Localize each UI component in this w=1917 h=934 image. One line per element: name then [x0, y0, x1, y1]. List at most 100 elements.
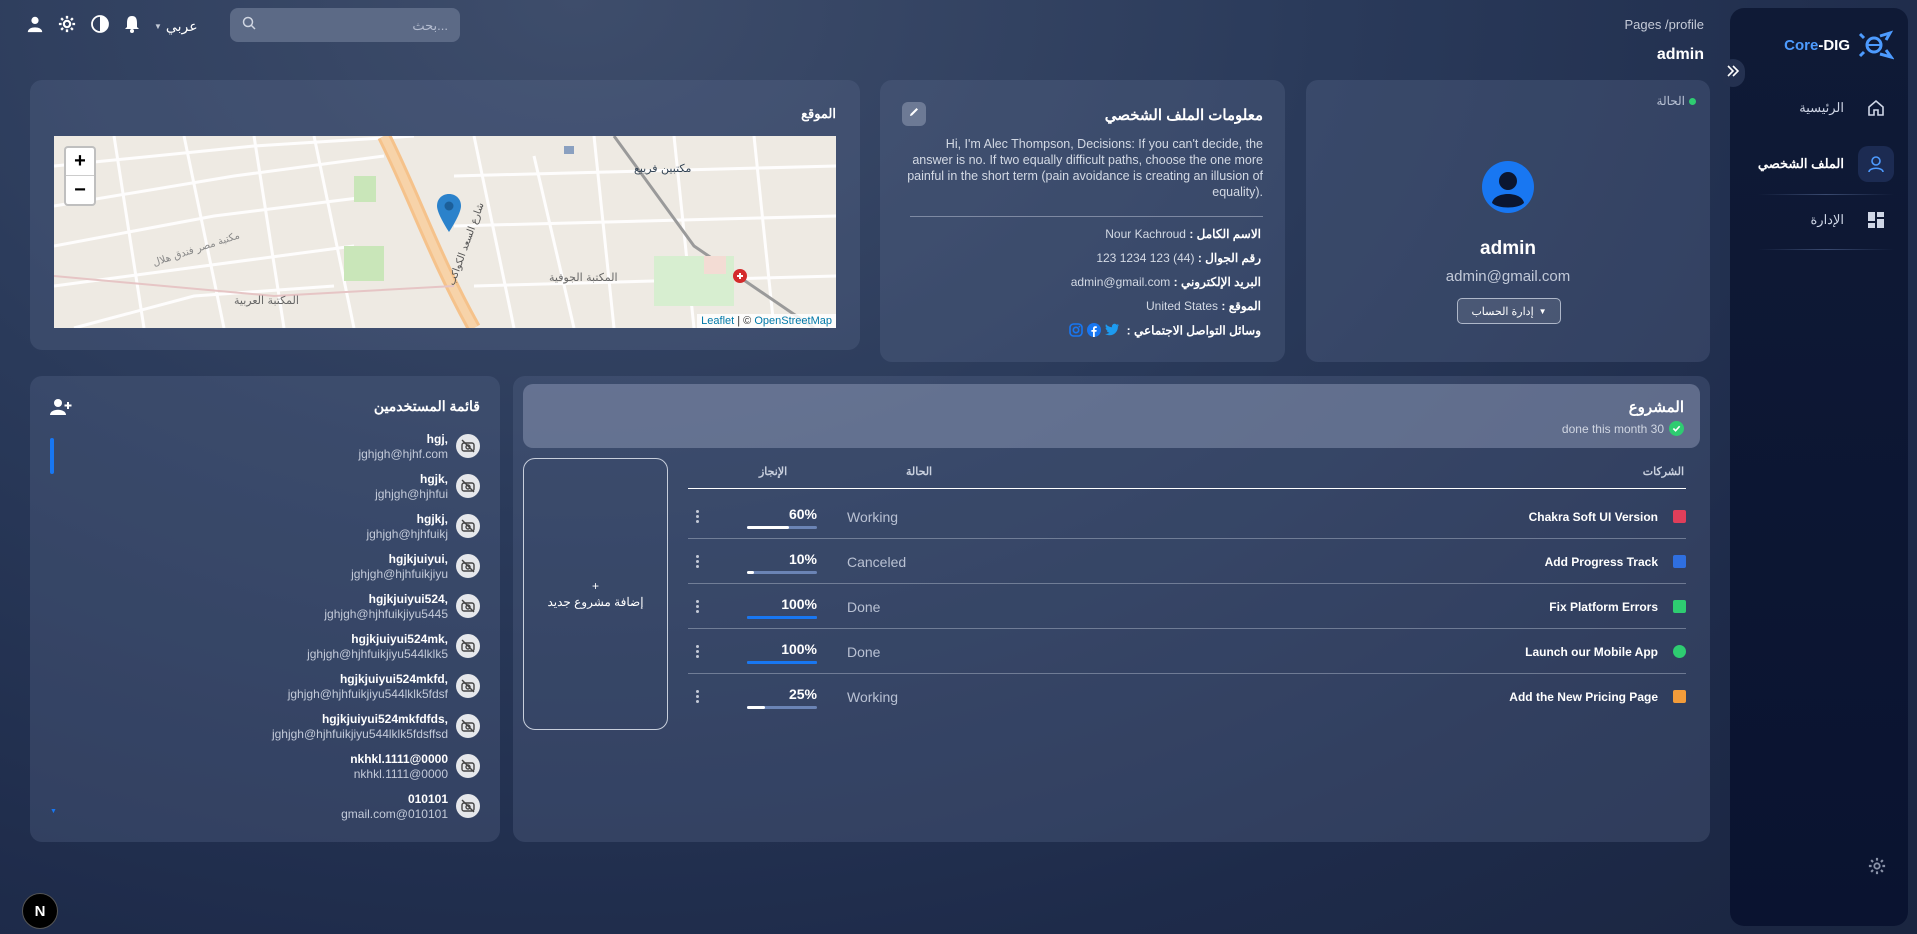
- zoom-out-button[interactable]: −: [66, 176, 94, 204]
- status-label: الحالة: [1656, 94, 1685, 108]
- no-camera-icon: [456, 754, 480, 778]
- list-item[interactable]: hgj, jghjgh@hjhf.com: [160, 428, 480, 464]
- location-marker-icon[interactable]: [437, 194, 461, 237]
- profile-email: admin@gmail.com: [1445, 268, 1571, 285]
- list-item[interactable]: hgjkj, jghjgh@hjhfuikj: [160, 508, 480, 544]
- users-title: قائمة المستخدمين: [373, 398, 480, 414]
- info-label: الموقع :: [1221, 299, 1261, 313]
- twitter-icon[interactable]: [1105, 323, 1120, 340]
- add-project-button[interactable]: + إضافة مشروع جديد: [523, 458, 668, 730]
- more-vertical-icon[interactable]: [694, 510, 700, 523]
- user-name: hgjkjuiyui524mkfd,: [339, 671, 448, 686]
- edit-button[interactable]: [902, 102, 926, 126]
- list-item[interactable]: hgjk, jghjgh@hjhfui: [160, 468, 480, 504]
- no-camera-icon: [456, 474, 480, 498]
- no-camera-icon: [456, 594, 480, 618]
- chevron-down-icon: ▼: [154, 22, 162, 31]
- row-divider: [688, 673, 1686, 674]
- dashboard-icon: [1858, 202, 1894, 238]
- more-vertical-icon[interactable]: [694, 600, 700, 613]
- col-header-status: الحالة: [906, 466, 933, 478]
- progress-bar: [747, 661, 817, 664]
- list-item[interactable]: 010101 gmail.com@010101: [160, 788, 480, 824]
- project-status: Canceled: [847, 554, 907, 570]
- no-camera-icon: [456, 794, 480, 818]
- collapse-sidebar-button[interactable]: [1721, 59, 1745, 87]
- sidebar-item-home[interactable]: الرئيسية: [1754, 90, 1894, 126]
- info-row-fullname: الاسم الكامل : Nour Kachroud: [1105, 227, 1261, 241]
- next-badge-icon[interactable]: N: [22, 893, 58, 929]
- search-input[interactable]: [256, 17, 448, 33]
- list-item[interactable]: nkhkl.1111@0000 nkhkl.1111@0000: [160, 748, 480, 784]
- project-color-swatch: [1673, 555, 1686, 568]
- no-camera-icon: [456, 434, 480, 458]
- list-item[interactable]: hgjkjuiyui524mkfd, jghjgh@hjhfuikjiyu544l…: [160, 668, 480, 704]
- user-email: jghjgh@hjhfuikjiyu544lklk5fdsffsd: [271, 726, 448, 741]
- location-title: الموقع: [801, 106, 836, 121]
- instagram-icon[interactable]: [1069, 323, 1084, 340]
- users-scrollbar[interactable]: [50, 438, 54, 738]
- sidebar-item-label: الرئيسية: [1799, 100, 1844, 115]
- settings-icon[interactable]: [58, 15, 76, 38]
- manage-account-button[interactable]: إدارة الحساب ▼: [1457, 298, 1561, 324]
- list-item[interactable]: hgjkjuiyui524mkfdfds, jghjgh@hjhfuikjiyu5…: [160, 708, 480, 744]
- user-name: hgjkj,: [416, 511, 448, 526]
- user-email: jghjgh@hjhfuikjiyu5445: [324, 606, 448, 621]
- row-divider: [688, 538, 1686, 539]
- brand-logo-icon: [1858, 30, 1894, 60]
- leaflet-link[interactable]: Leaflet: [701, 315, 734, 327]
- project-progress-value: 25%: [788, 686, 817, 702]
- check-circle-icon: [1669, 421, 1684, 436]
- scroll-down-icon[interactable]: ▼: [50, 808, 57, 815]
- project-name: Chakra Soft UI Version: [1528, 510, 1658, 524]
- add-user-icon[interactable]: [50, 398, 72, 421]
- no-camera-icon: [456, 674, 480, 698]
- more-vertical-icon[interactable]: [694, 555, 700, 568]
- attribution-separator: | ©: [734, 315, 755, 327]
- theme-toggle-icon[interactable]: [90, 14, 110, 39]
- user-name: 010101: [407, 791, 448, 806]
- progress-bar: [747, 706, 817, 709]
- sidebar: Core-DIG الرئيسية الملف الشخصي الإدارة: [1730, 8, 1908, 926]
- brand[interactable]: Core-DIG: [1784, 30, 1894, 60]
- more-vertical-icon[interactable]: [694, 690, 700, 703]
- list-item[interactable]: hgjkjuiyui524, jghjgh@hjhfuikjiyu5445: [160, 588, 480, 624]
- chevrons-right-icon: [1726, 64, 1740, 83]
- bell-icon[interactable]: [124, 15, 140, 38]
- facebook-icon[interactable]: [1087, 323, 1102, 340]
- project-progress-value: 100%: [781, 596, 817, 612]
- user-icon[interactable]: [26, 15, 44, 38]
- sidebar-item-profile[interactable]: الملف الشخصي: [1754, 146, 1894, 182]
- location-card: الموقع مكتبين فريبع المكتبة الجوفية المك…: [30, 80, 860, 350]
- list-item[interactable]: hgjkjuiyui, jghjgh@hjhfuikjiyu: [160, 548, 480, 584]
- sidebar-divider: [1758, 194, 1894, 195]
- project-color-swatch: [1673, 645, 1686, 658]
- projects-header: المشروع done this month 30: [523, 384, 1700, 448]
- user-email: jghjgh@hjhfui: [375, 486, 448, 501]
- progress-bar: [747, 571, 817, 574]
- project-status: Done: [847, 644, 881, 660]
- bio-text: Hi, I'm Alec Thompson, Decisions: If you…: [907, 137, 1263, 199]
- project-progress-value: 60%: [788, 506, 817, 522]
- map[interactable]: مكتبين فريبع المكتبة الجوفية المكتبة الع…: [54, 136, 836, 328]
- user-email: jghjgh@hjhf.com: [358, 446, 448, 461]
- settings-gear-icon[interactable]: [1868, 857, 1886, 880]
- language-select[interactable]: ▼ عربي: [154, 18, 198, 35]
- next-badge-label: N: [34, 902, 46, 920]
- info-value: (44) 123 1234 123: [1096, 251, 1195, 265]
- map-attribution: Leaflet | © OpenStreetMap: [697, 314, 836, 328]
- brand-core: Core: [1784, 36, 1819, 54]
- online-dot: [1689, 97, 1696, 105]
- col-header-company: الشركات: [1642, 466, 1684, 478]
- info-label: الاسم الكامل :: [1189, 227, 1261, 241]
- info-row-social: وسائل التواصل الاجتماعي :: [1069, 323, 1261, 340]
- osm-link[interactable]: OpenStreetMap: [754, 315, 832, 327]
- list-item[interactable]: hgjkjuiyui524mk, jghjgh@hjhfuikjiyu544lkl…: [160, 628, 480, 664]
- plus-icon: +: [591, 579, 599, 593]
- scroll-thumb[interactable]: [50, 438, 54, 474]
- zoom-in-button[interactable]: +: [66, 148, 94, 176]
- more-vertical-icon[interactable]: [694, 645, 700, 658]
- language-label: عربي: [165, 18, 198, 34]
- sidebar-item-admin[interactable]: الإدارة: [1754, 202, 1894, 238]
- project-color-swatch: [1673, 600, 1686, 613]
